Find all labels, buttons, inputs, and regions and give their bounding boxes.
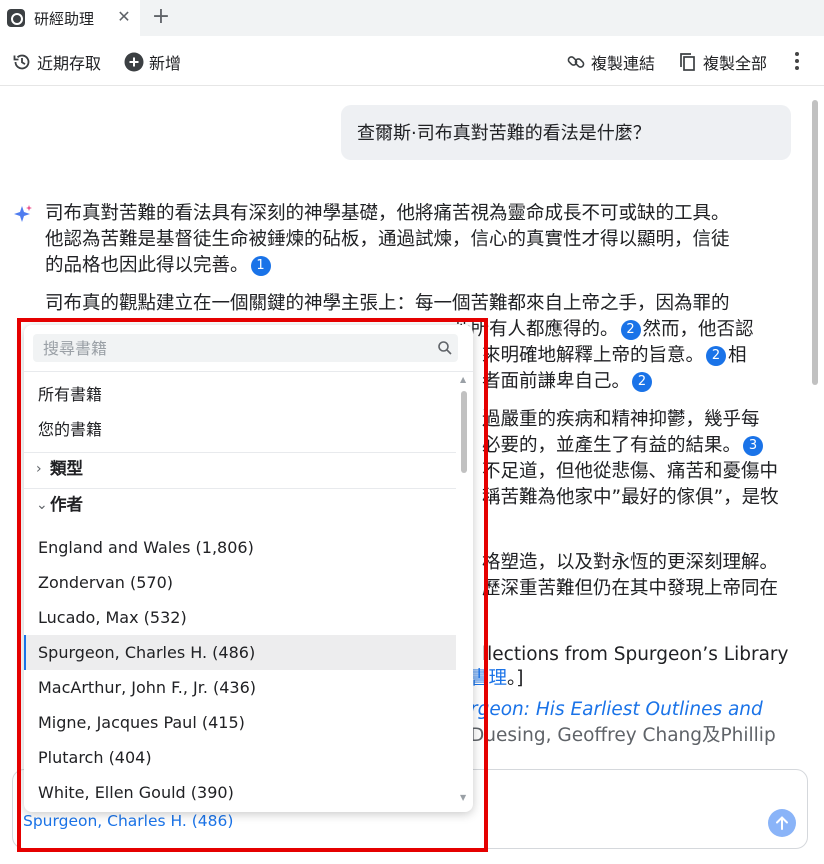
author-option-selected[interactable]: Spurgeon, Charles H. (486) [24, 635, 456, 670]
add-circle-icon [124, 52, 144, 72]
author-option[interactable]: Lucado, Max (532) [24, 600, 456, 635]
answer-line: 司布真對苦難的看法具有深刻的神學基礎，他將痛苦視為靈命成長不可或缺的工具。 [45, 203, 730, 224]
conversation-scrollbar[interactable] [812, 100, 818, 385]
copy-all-button[interactable]: 複製全部 [678, 50, 767, 74]
answer-text: 者面前謙卑自己。 [482, 371, 631, 392]
answer-line: 他認為苦難是基督徒生命被錘煉的砧板，通過試煉，信心的真實性才得以顯明，信徒 [45, 229, 730, 250]
answer-text: 必要的，並產生了有益的結果。 [482, 435, 742, 456]
answer-line: 歷深重苦難但仍在其中發現上帝同在 [482, 578, 779, 599]
group-type[interactable]: › 類型 [36, 457, 83, 481]
citation-badge[interactable]: 2 [706, 346, 727, 366]
send-arrow-icon [776, 816, 788, 830]
author-option[interactable]: White, Ellen Gould (390) [24, 775, 456, 810]
book-filter-dropdown: 所有書籍 您的書籍 › 類型 ⌄ 作者 England and Wales (1… [24, 325, 473, 812]
copy-all-label: 複製全部 [703, 54, 768, 73]
answer-text: 來明確地解釋上帝的旨意。 [482, 345, 705, 366]
author-option[interactable]: England and Wales (1,806) [24, 530, 456, 565]
chevron-right-icon: › [36, 461, 42, 477]
tab-title: 研經助理 [34, 9, 95, 28]
answer-line: 來明確地解釋上帝的旨意。 2 相 [482, 343, 747, 369]
answer-line: 必要的，並產生了有益的結果。 3 [482, 433, 765, 459]
answer-line: 稱苦難為他家中”最好的傢俱”，是牧 [482, 487, 779, 508]
filter-your-books[interactable]: 您的書籍 [38, 418, 102, 442]
close-icon[interactable]: ✕ [114, 7, 134, 27]
more-vert-icon[interactable] [788, 50, 806, 72]
selected-author-chip[interactable]: Spurgeon, Charles H. (486) [23, 812, 233, 830]
answer-line: 苦所有人都應得的。 2 然而，他否認 [452, 317, 754, 343]
recent-button[interactable]: 近期存取 [12, 50, 101, 74]
chevron-down-icon: ⌄ [36, 497, 48, 513]
answer-text: 相 [728, 345, 747, 366]
copy-link-button[interactable]: 複製連結 [566, 50, 655, 74]
group-author-label: 作者 [50, 495, 83, 514]
answer-text: 然而，他否認 [642, 319, 754, 340]
tab-research-assistant[interactable]: 研經助理 ✕ [0, 0, 140, 36]
divider [24, 371, 473, 372]
answer-line: 過嚴重的疾病和精神抑鬱，幾乎每 [482, 409, 760, 430]
sparkle-icon [14, 205, 32, 222]
citation-badge[interactable]: 1 [250, 256, 271, 276]
recent-label: 近期存取 [37, 54, 102, 73]
copy-link-label: 複製連結 [591, 54, 656, 73]
author-option[interactable]: MacArthur, John F., Jr. (436) [24, 670, 456, 705]
new-button[interactable]: 新增 [124, 50, 181, 74]
answer-line: 司布真的觀點建立在一個關鍵的神學主張上：每一個苦難都來自上帝之手，因為罪的 [45, 293, 730, 314]
reference-authors: Duesing, Geoffrey Chang及Phillip [470, 725, 776, 746]
answer-line: 不足道，但他從悲傷、痛苦和憂傷中 [482, 461, 779, 482]
answer-line: 者面前謙卑自己。 2 [482, 369, 654, 395]
citation-badge[interactable]: 3 [743, 436, 764, 456]
group-author[interactable]: ⌄ 作者 [36, 493, 83, 517]
divider [24, 452, 456, 453]
answer-text: 苦所有人都應得的。 [452, 319, 619, 340]
author-option[interactable]: Migne, Jacques Paul (415) [24, 705, 456, 740]
answer-line: 的品格也因此得以完善。 1 [45, 253, 273, 279]
group-type-label: 類型 [50, 459, 83, 478]
reference-link[interactable]: rgeon: His Earliest Outlines and [470, 697, 763, 723]
citation-badge[interactable]: 2 [632, 372, 653, 392]
dropdown-scrollbar[interactable] [461, 391, 467, 473]
author-option[interactable]: Zondervan (570) [24, 565, 456, 600]
app-logo-icon [7, 9, 25, 27]
author-option[interactable]: Plutarch (404) [24, 740, 456, 775]
answer-text: 的品格也因此得以完善。 [45, 255, 249, 276]
send-button[interactable] [768, 809, 796, 837]
copy-icon [680, 53, 695, 71]
history-icon [13, 54, 30, 70]
search-icon[interactable] [437, 340, 453, 356]
reference-line: llections from Spurgeon’s Library [482, 644, 789, 665]
scroll-down-icon[interactable]: ▼ [460, 793, 466, 802]
filter-all-books[interactable]: 所有書籍 [38, 383, 102, 407]
link-icon [567, 56, 585, 68]
scroll-up-icon[interactable]: ▲ [460, 375, 466, 384]
book-search [33, 334, 458, 362]
citation-badge[interactable]: 2 [620, 320, 641, 340]
book-search-input[interactable] [33, 334, 433, 362]
new-label: 新增 [149, 54, 182, 73]
reference-line: 書理。] [470, 666, 523, 692]
divider [24, 488, 456, 489]
answer-line: 格塑造，以及對永恆的更深刻理解。 [482, 552, 779, 573]
reference-text: 。] [507, 668, 524, 689]
toolbar: 近期存取 新增 複製連結 複製全部 [0, 36, 824, 86]
reference-link[interactable]: 書理 [470, 668, 507, 689]
tab-strip: 研經助理 ✕ + [0, 0, 824, 36]
user-question: 查爾斯·司布真對苦難的看法是什麼？ [341, 105, 791, 160]
plus-icon[interactable]: + [150, 6, 172, 28]
